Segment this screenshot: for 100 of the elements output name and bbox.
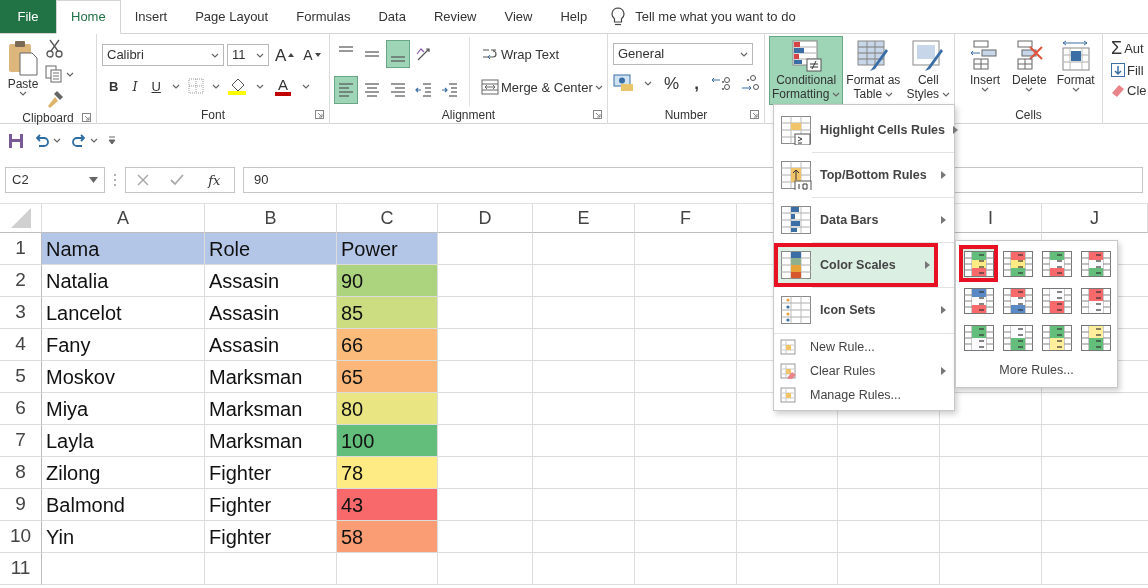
caret-icon [256,52,264,58]
increase-decimal-icon[interactable] [710,74,731,92]
caret-icon [66,71,74,77]
name-box[interactable]: C2 [5,167,105,193]
ribbon-tab[interactable]: Home [56,0,121,34]
caret-icon [301,83,310,89]
menu-item[interactable]: New Rule... [774,335,954,359]
color-scale-icon [1079,249,1112,278]
ribbon-button[interactable]: Cle [1108,82,1148,98]
drag-handle-icon[interactable] [113,173,117,187]
accounting-format-icon[interactable] [613,74,635,92]
middle-align-icon [365,51,379,57]
underline-button[interactable]: U [148,78,164,94]
align-left-button[interactable] [335,77,357,103]
row-header[interactable]: 3 [0,297,42,329]
copy-icon[interactable] [45,65,63,83]
ribbon-tab[interactable]: View [490,0,547,33]
format-painter-icon[interactable] [45,89,65,109]
caret-icon [832,92,841,98]
row-header[interactable]: 5 [0,361,42,393]
merge-cells-icon [481,78,499,96]
menu-item[interactable]: Data Bars [774,198,954,242]
row-header[interactable]: 8 [0,457,42,489]
font-name-dropdown[interactable]: Calibri [102,44,224,66]
paste-button[interactable]: Paste [5,37,41,109]
ribbon-button[interactable]: Fill [1108,62,1148,78]
redo-icon[interactable] [71,133,87,148]
color-scale-icon [1079,323,1112,352]
customize-toolbar-icon[interactable] [108,136,116,145]
row-header[interactable]: 6 [0,393,42,425]
percent-button[interactable]: % [661,73,683,93]
caret-icon [594,84,603,90]
italic-button[interactable]: I [129,78,141,94]
ribbon-tab[interactable]: Data [364,0,420,33]
ribbon-button[interactable]: Format as Table [844,37,903,104]
fill-down-icon [1111,63,1125,77]
row-header[interactable]: 11 [0,553,42,585]
table-cell: Miya [42,393,205,425]
ribbon-button[interactable]: Insert [966,37,1004,106]
table-cell: 85 [337,297,438,329]
search-field[interactable]: Tell me what you want to do [635,6,796,27]
dialog-launcher-icon[interactable] [315,110,324,119]
caret-icon [1025,87,1034,93]
ribbon-button[interactable]: Format [1054,37,1097,106]
decrease-decimal-icon[interactable] [739,74,760,92]
ribbon-tab[interactable]: File [0,0,56,33]
group-label: Font [201,107,225,124]
menu-item[interactable]: Icon Sets [774,288,954,332]
caret-icon [644,80,652,86]
dialog-launcher-icon[interactable] [750,110,759,119]
color-scale-icon [1001,249,1034,278]
undo-icon[interactable] [34,133,50,148]
increase-font-size-button[interactable]: A [272,45,298,65]
ribbon-button[interactable]: Cell Styles [904,37,953,104]
color-scales-icon [780,250,812,280]
ribbon-tab[interactable]: Page Layout [181,0,283,33]
caret-icon [981,87,989,93]
menu-item[interactable]: Clear Rules [774,359,954,383]
caret-icon [885,92,894,98]
wrap-text-button[interactable]: Wrap Text [478,41,606,67]
font-size-dropdown[interactable]: 11 [227,44,269,66]
font-color-button[interactable]: A [271,75,294,97]
ribbon-tab[interactable]: Help [546,0,602,33]
ribbon-button[interactable]: Delete [1010,37,1049,106]
ribbon-tab[interactable]: Formulas [282,0,365,33]
color-scale-icon [962,286,995,315]
row-header[interactable]: 2 [0,265,42,297]
ribbon-button[interactable]: ΣAut [1108,38,1148,58]
decrease-font-size-button[interactable]: A [300,47,324,63]
menu-item[interactable]: Manage Rules... [774,383,954,407]
row-header[interactable]: 10 [0,521,42,553]
caret-icon [171,83,180,89]
row-header[interactable]: 7 [0,425,42,457]
diagonal-arrow-icon [415,45,433,63]
table-cell: Nama [42,233,205,265]
dialog-launcher-icon[interactable] [593,110,602,119]
cancel-icon[interactable] [136,174,149,186]
dialog-launcher-icon[interactable] [82,113,91,122]
insert-function-button[interactable]: fx [205,172,224,188]
color-scale-icon [1001,286,1034,315]
bold-button[interactable]: B [106,78,122,94]
fill-color-icon[interactable] [227,77,248,95]
ribbon-tab[interactable]: Insert [120,0,182,33]
color-scale-icon [1040,249,1073,278]
menu-item[interactable]: Top/Bottom Rules [774,153,954,197]
ribbon-button[interactable]: Conditional Formatting [770,37,843,104]
row-header[interactable]: 4 [0,329,42,361]
bottom-align-icon [391,56,405,62]
ribbon-tab[interactable]: Review [419,0,491,33]
caret-icon [942,92,951,98]
merge-center-button[interactable]: Merge & Center [478,74,606,100]
cut-icon[interactable] [45,39,65,59]
table-cell: Moskov [42,361,205,393]
comma-style-button[interactable]: , [691,73,702,93]
bottom-align-button[interactable] [387,41,409,67]
number-format-dropdown[interactable]: General [613,43,753,65]
check-icon[interactable] [169,174,184,186]
menu-item[interactable]: Color Scales [774,243,938,287]
color-scale-option[interactable] [959,245,998,282]
row-header[interactable]: 9 [0,489,42,521]
